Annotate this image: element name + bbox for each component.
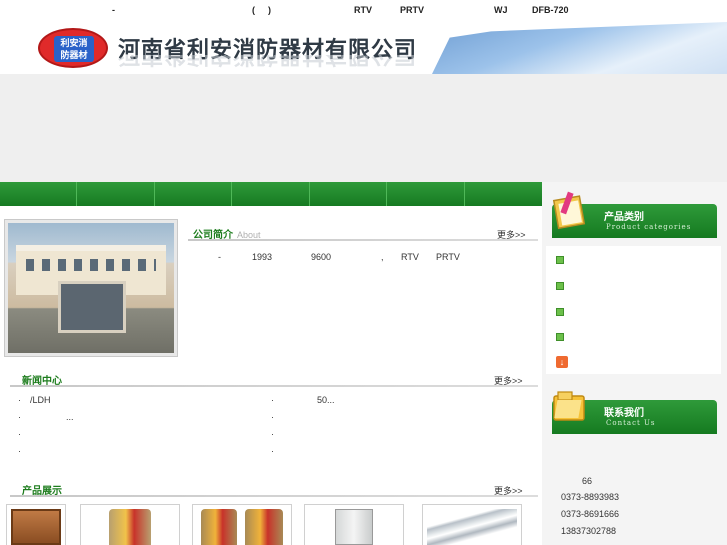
nav-item[interactable] (155, 182, 233, 206)
nav-item[interactable] (232, 182, 310, 206)
about-fragment: 9600 (311, 252, 332, 262)
about-fragment: PRTV (436, 252, 460, 262)
nav-item[interactable] (310, 182, 388, 206)
news-bullet: · (18, 412, 21, 422)
category-bullet-icon[interactable] (556, 282, 564, 290)
divider (188, 239, 538, 241)
about-fragment: , (381, 252, 384, 262)
about-fragment: - (218, 252, 221, 262)
sidebar: 产品类别 Product categories ↓ 联系我们 Contact U… (542, 191, 727, 545)
main-nav (0, 182, 542, 206)
news-bullet: · (271, 429, 274, 439)
keyword: - (112, 5, 115, 15)
category-bullet-icon[interactable] (556, 256, 564, 264)
keyword: RTV (354, 5, 372, 15)
products-more-link[interactable]: 更多>> (494, 484, 523, 497)
contact-line: 66 (582, 476, 593, 486)
categories-subtitle: Product categories (606, 223, 692, 231)
divider (10, 385, 538, 387)
keyword: ) (268, 5, 271, 15)
news-link[interactable]: /LDH (30, 395, 51, 405)
about-more-link[interactable]: 更多>> (497, 228, 526, 241)
site-header: 利安消 防器材 河南省利安消防器材有限公司 河南省利安消防器材有限公司 (0, 22, 727, 74)
nav-item[interactable] (465, 182, 542, 206)
keyword: DFB-720 (532, 5, 569, 15)
company-building-image (8, 223, 174, 353)
about-fragment: 1993 (252, 252, 273, 262)
keyword: PRTV (400, 5, 425, 15)
news-more-link[interactable]: 更多>> (494, 374, 523, 387)
logo-text: 利安消 防器材 (54, 36, 94, 62)
company-photo (4, 219, 178, 357)
product-gallery (0, 504, 542, 545)
news-bullet: · (271, 446, 274, 456)
news-bullet: · (18, 429, 21, 439)
keyword: ( (252, 5, 255, 15)
product-thumbnail[interactable] (192, 504, 292, 545)
contact-title: 联系我们 (604, 408, 644, 419)
book-icon (552, 191, 586, 230)
news-link[interactable]: ... (66, 412, 74, 422)
product-thumbnail[interactable] (422, 504, 522, 545)
contact-mobile: 13837302788 (561, 526, 617, 536)
nav-item[interactable] (77, 182, 155, 206)
category-bullet-icon[interactable] (556, 333, 564, 341)
nav-item[interactable] (0, 182, 78, 206)
news-bullet: · (271, 395, 274, 405)
keyword-bar: - ( ) RTV PRTV WJ DFB-720 (0, 0, 727, 22)
categories-title: 产品类别 (604, 212, 644, 223)
banner (0, 74, 727, 182)
divider (10, 495, 538, 497)
download-arrow-icon[interactable]: ↓ (556, 356, 568, 368)
keyword: WJ (494, 5, 508, 15)
company-logo[interactable]: 利安消 防器材 (38, 28, 108, 68)
news-bullet: · (271, 412, 274, 422)
nav-item[interactable] (387, 182, 465, 206)
contact-phone: 0373-8691666 (561, 509, 620, 519)
company-name-reflection: 河南省利安消防器材有限公司 (118, 55, 418, 68)
product-thumbnail[interactable] (304, 504, 404, 545)
product-thumbnail[interactable] (80, 504, 180, 545)
news-bullet: · (18, 395, 21, 405)
main-content: 公司简介 About 更多>> - 1993 9600 , RTV PRTV 新闻… (0, 206, 542, 545)
about-text: - 1993 9600 , RTV PRTV (188, 252, 538, 266)
product-thumbnail[interactable] (6, 504, 66, 545)
about-fragment: RTV (401, 252, 419, 262)
contact-phone: 0373-8893983 (561, 492, 620, 502)
category-bullet-icon[interactable] (556, 308, 564, 316)
news-link[interactable]: 50... (317, 395, 335, 405)
folder-icon (553, 391, 585, 421)
news-bullet: · (18, 446, 21, 456)
category-list: ↓ (546, 246, 721, 374)
header-decoration (432, 22, 727, 74)
contact-subtitle: Contact Us (606, 419, 656, 427)
